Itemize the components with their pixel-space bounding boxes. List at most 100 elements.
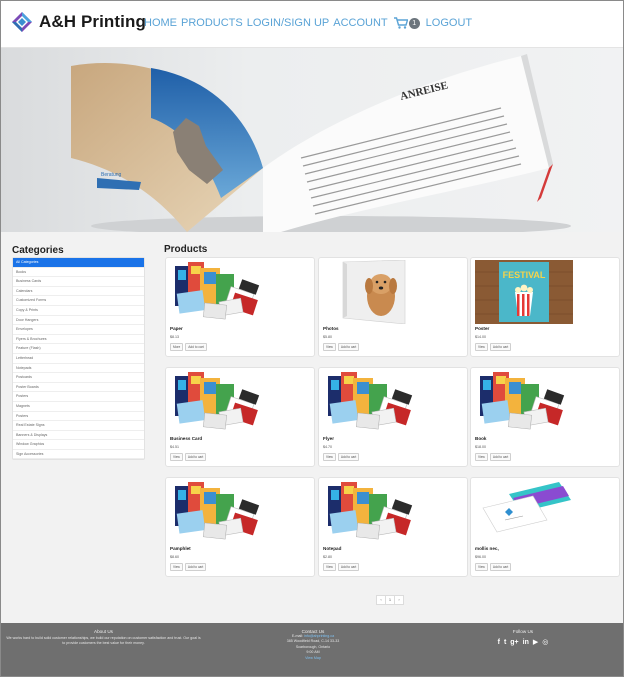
- product-image[interactable]: [323, 370, 421, 434]
- nav-logout-link[interactable]: LOGOUT: [426, 17, 472, 29]
- category-item[interactable]: All Categories: [13, 258, 144, 268]
- footer-about-title: About Us: [94, 629, 113, 634]
- view-button[interactable]: View: [323, 343, 336, 351]
- product-card[interactable]: Book $18.00 View Add to cart: [470, 367, 620, 467]
- product-image[interactable]: [170, 260, 268, 324]
- google-plus-icon[interactable]: g+: [510, 639, 518, 647]
- category-item[interactable]: Calendars: [13, 287, 144, 297]
- category-item[interactable]: Real Estate Signs: [13, 421, 144, 431]
- view-button[interactable]: View: [170, 563, 183, 571]
- add-to-cart-button[interactable]: Add to cart: [337, 563, 360, 571]
- nav-account-link[interactable]: ACCOUNT: [333, 17, 387, 29]
- category-item[interactable]: Customized Forms: [13, 296, 144, 306]
- facebook-icon[interactable]: f: [498, 639, 500, 647]
- product-card[interactable]: Paper $8.13 More Add to cart: [165, 257, 315, 357]
- product-price: $96.00: [475, 555, 486, 559]
- twitter-icon[interactable]: t: [504, 639, 506, 647]
- brochure-label: Beratung: [101, 172, 122, 178]
- category-item[interactable]: Door Hangers: [13, 316, 144, 326]
- category-item[interactable]: Sign Accessories: [13, 450, 144, 460]
- product-name[interactable]: Photos: [323, 326, 339, 331]
- nav-home-link[interactable]: HOME: [144, 17, 177, 29]
- svg-text:FESTIVAL: FESTIVAL: [503, 270, 546, 280]
- category-item[interactable]: Postcards: [13, 373, 144, 383]
- view-button[interactable]: View: [475, 343, 488, 351]
- product-card[interactable]: FESTIVAL Poster $14.00 View Add to cart: [470, 257, 620, 357]
- product-card[interactable]: Pamphlet $8.60 View Add to cart: [165, 477, 315, 577]
- product-card[interactable]: Flyer $4.70 View Add to cart: [318, 367, 468, 467]
- view-button[interactable]: View: [475, 453, 488, 461]
- product-name[interactable]: Pamphlet: [170, 546, 191, 551]
- view-button[interactable]: More: [170, 343, 184, 351]
- nav-products-link[interactable]: PRODUCTS: [181, 17, 243, 29]
- product-image[interactable]: [170, 370, 268, 434]
- add-to-cart-button[interactable]: Add to cart: [185, 343, 207, 351]
- category-item[interactable]: Books: [13, 268, 144, 278]
- cart-button[interactable]: 1: [393, 17, 420, 29]
- product-image[interactable]: FESTIVAL: [475, 260, 573, 324]
- product-price: $18.00: [475, 445, 486, 449]
- view-button[interactable]: View: [323, 453, 336, 461]
- product-name[interactable]: Book: [475, 436, 486, 441]
- nav-login-link[interactable]: LOGIN/SIGN UP: [247, 17, 330, 29]
- product-card[interactable]: Notepad $2.80 View Add to cart: [318, 477, 468, 577]
- product-card[interactable]: Photos $5.80 View Add to cart: [318, 257, 468, 357]
- product-price: $2.80: [323, 555, 332, 559]
- product-price: $8.60: [170, 555, 179, 559]
- category-item[interactable]: Copy & Prints: [13, 306, 144, 316]
- product-name[interactable]: Poster: [475, 326, 489, 331]
- add-to-cart-button[interactable]: Add to cart: [184, 453, 207, 461]
- category-item[interactable]: Window Graphics: [13, 440, 144, 450]
- category-item[interactable]: Business Cards: [13, 277, 144, 287]
- category-item[interactable]: Magnets: [13, 402, 144, 412]
- product-price: $5.80: [323, 335, 332, 339]
- product-actions: View Add to cart: [475, 563, 512, 571]
- category-item[interactable]: Poster Boards: [13, 383, 144, 393]
- category-item[interactable]: Posters: [13, 412, 144, 422]
- add-to-cart-button[interactable]: Add to cart: [337, 343, 360, 351]
- product-name[interactable]: Notepad: [323, 546, 341, 551]
- product-image[interactable]: [170, 480, 268, 544]
- product-card[interactable]: Business Card $4.51 View Add to cart: [165, 367, 315, 467]
- view-button[interactable]: View: [475, 563, 488, 571]
- product-image[interactable]: [475, 370, 573, 434]
- category-item[interactable]: Letterhead: [13, 354, 144, 364]
- linkedin-icon[interactable]: in: [523, 639, 529, 647]
- category-item[interactable]: Notepads: [13, 364, 144, 374]
- product-image[interactable]: [323, 260, 421, 324]
- category-item[interactable]: Flyers & Brochures: [13, 335, 144, 345]
- cart-count-badge: 1: [408, 17, 420, 29]
- product-name[interactable]: mollis nec,: [475, 546, 499, 551]
- brand-name[interactable]: A&H Printing: [39, 12, 146, 32]
- product-price: $4.51: [170, 445, 179, 449]
- category-item[interactable]: Posters: [13, 392, 144, 402]
- pagination-next[interactable]: ›: [394, 595, 404, 605]
- product-price: $14.00: [475, 335, 486, 339]
- brand-logo-icon[interactable]: [12, 12, 32, 32]
- product-actions: View Add to cart: [170, 563, 207, 571]
- instagram-icon[interactable]: ◎: [542, 639, 548, 647]
- view-button[interactable]: View: [323, 563, 336, 571]
- category-item[interactable]: Envelopes: [13, 325, 144, 335]
- category-item[interactable]: Banners & Displays: [13, 431, 144, 441]
- add-to-cart-button[interactable]: Add to cart: [337, 453, 360, 461]
- youtube-icon[interactable]: ▶: [533, 639, 538, 647]
- footer-map-link[interactable]: View Map: [263, 656, 363, 661]
- footer-follow-title: Follow Us: [512, 629, 534, 634]
- product-name[interactable]: Paper: [170, 326, 183, 331]
- product-card[interactable]: mollis nec, $96.00 View Add to cart: [470, 477, 620, 577]
- add-to-cart-button[interactable]: Add to cart: [489, 563, 512, 571]
- footer-email-link[interactable]: info@ahprinting.ca: [304, 634, 334, 638]
- add-to-cart-button[interactable]: Add to cart: [184, 563, 207, 571]
- view-button[interactable]: View: [170, 453, 183, 461]
- add-to-cart-button[interactable]: Add to cart: [489, 343, 512, 351]
- product-name[interactable]: Business Card: [170, 436, 202, 441]
- product-actions: View Add to cart: [475, 453, 512, 461]
- page-frame: A&H Printing HOME PRODUCTS LOGIN/SIGN UP…: [0, 0, 624, 677]
- category-item[interactable]: Feature (Flash): [13, 344, 144, 354]
- product-name[interactable]: Flyer: [323, 436, 334, 441]
- add-to-cart-button[interactable]: Add to cart: [489, 453, 512, 461]
- product-image[interactable]: [475, 480, 573, 544]
- product-image[interactable]: [323, 480, 421, 544]
- social-icons: f t g+ in ▶ ◎: [479, 639, 567, 647]
